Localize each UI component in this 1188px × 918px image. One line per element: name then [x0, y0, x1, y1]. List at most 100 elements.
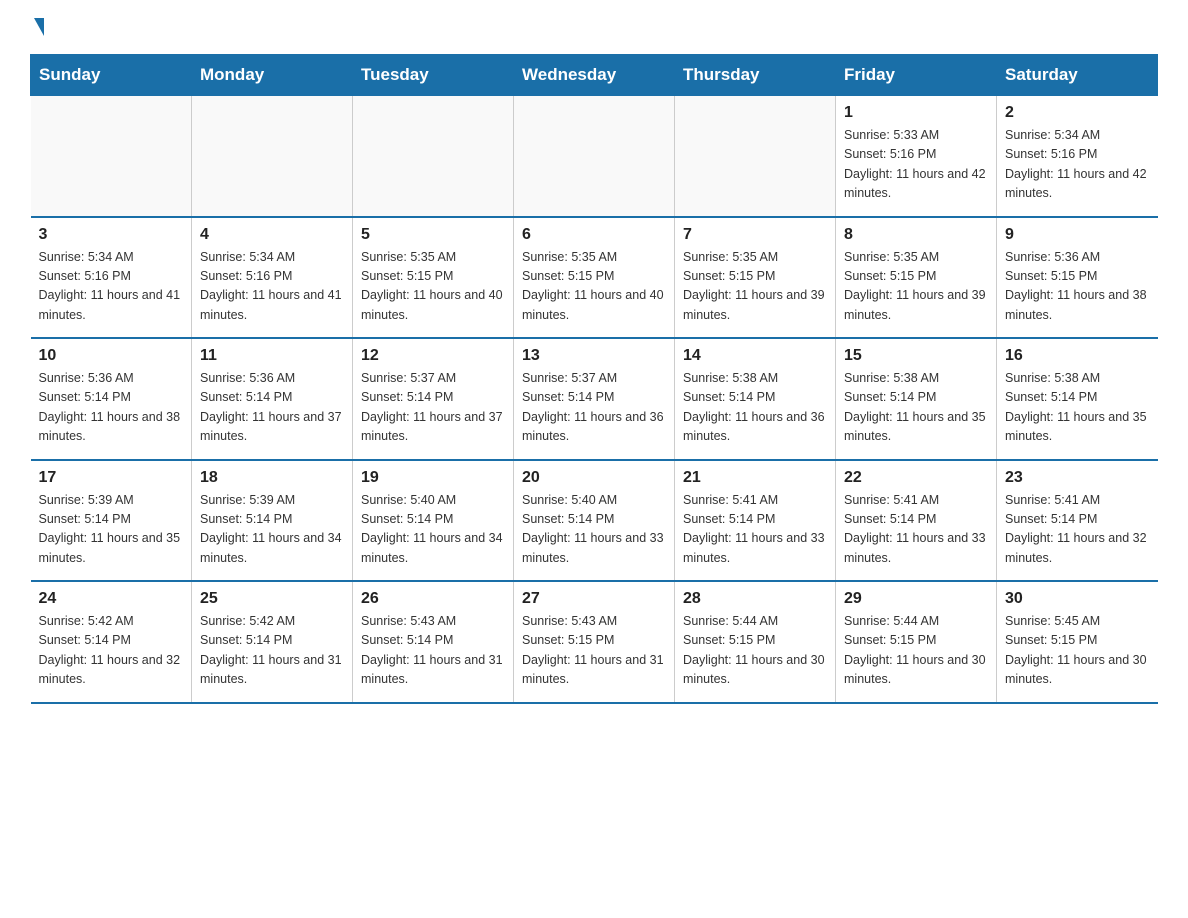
day-header-wednesday: Wednesday [514, 55, 675, 96]
day-info: Sunrise: 5:37 AMSunset: 5:14 PMDaylight:… [361, 369, 505, 447]
calendar-cell: 4 Sunrise: 5:34 AMSunset: 5:16 PMDaylight… [192, 217, 353, 339]
day-header-friday: Friday [836, 55, 997, 96]
calendar-cell: 24 Sunrise: 5:42 AMSunset: 5:14 PMDayligh… [31, 581, 192, 703]
calendar-cell: 16 Sunrise: 5:38 AMSunset: 5:14 PMDayligh… [997, 338, 1158, 460]
calendar-week-row: 10Sunrise: 5:36 AMSunset: 5:14 PMDayligh… [31, 338, 1158, 460]
calendar-cell: 5 Sunrise: 5:35 AMSunset: 5:15 PMDaylight… [353, 217, 514, 339]
day-info: Sunrise: 5:38 AMSunset: 5:14 PMDaylight:… [1005, 369, 1150, 447]
calendar-cell: 29 Sunrise: 5:44 AMSunset: 5:15 PMDayligh… [836, 581, 997, 703]
day-number: 24 [39, 590, 184, 608]
day-info: Sunrise: 5:44 AMSunset: 5:15 PMDaylight:… [844, 612, 988, 690]
day-info: Sunrise: 5:36 AMSunset: 5:14 PMDaylight:… [200, 369, 344, 447]
day-info: Sunrise: 5:40 AMSunset: 5:14 PMDaylight:… [522, 491, 666, 569]
calendar-cell: 26 Sunrise: 5:43 AMSunset: 5:14 PMDayligh… [353, 581, 514, 703]
day-number: 12 [361, 347, 505, 365]
calendar-cell: 27 Sunrise: 5:43 AMSunset: 5:15 PMDayligh… [514, 581, 675, 703]
day-number: 21 [683, 469, 827, 487]
day-info: Sunrise: 5:39 AMSunset: 5:14 PMDaylight:… [39, 491, 184, 569]
day-number: 26 [361, 590, 505, 608]
day-info: Sunrise: 5:37 AMSunset: 5:14 PMDaylight:… [522, 369, 666, 447]
day-info: Sunrise: 5:35 AMSunset: 5:15 PMDaylight:… [844, 248, 988, 326]
calendar-table: SundayMondayTuesdayWednesdayThursdayFrid… [30, 54, 1158, 704]
day-number: 13 [522, 347, 666, 365]
calendar-cell: 11Sunrise: 5:36 AMSunset: 5:14 PMDayligh… [192, 338, 353, 460]
day-info: Sunrise: 5:42 AMSunset: 5:14 PMDaylight:… [200, 612, 344, 690]
day-number: 22 [844, 469, 988, 487]
calendar-week-row: 1 Sunrise: 5:33 AMSunset: 5:16 PMDaylight… [31, 96, 1158, 217]
calendar-cell: 28 Sunrise: 5:44 AMSunset: 5:15 PMDayligh… [675, 581, 836, 703]
day-header-sunday: Sunday [31, 55, 192, 96]
day-info: Sunrise: 5:45 AMSunset: 5:15 PMDaylight:… [1005, 612, 1150, 690]
calendar-cell: 1 Sunrise: 5:33 AMSunset: 5:16 PMDaylight… [836, 96, 997, 217]
day-info: Sunrise: 5:41 AMSunset: 5:14 PMDaylight:… [844, 491, 988, 569]
day-info: Sunrise: 5:35 AMSunset: 5:15 PMDaylight:… [361, 248, 505, 326]
day-number: 5 [361, 226, 505, 244]
day-number: 19 [361, 469, 505, 487]
calendar-cell: 6 Sunrise: 5:35 AMSunset: 5:15 PMDaylight… [514, 217, 675, 339]
day-info: Sunrise: 5:35 AMSunset: 5:15 PMDaylight:… [522, 248, 666, 326]
day-info: Sunrise: 5:34 AMSunset: 5:16 PMDaylight:… [1005, 126, 1150, 204]
day-info: Sunrise: 5:43 AMSunset: 5:14 PMDaylight:… [361, 612, 505, 690]
calendar-cell: 13 Sunrise: 5:37 AMSunset: 5:14 PMDayligh… [514, 338, 675, 460]
calendar-cell: 20 Sunrise: 5:40 AMSunset: 5:14 PMDayligh… [514, 460, 675, 582]
day-header-thursday: Thursday [675, 55, 836, 96]
calendar-week-row: 24 Sunrise: 5:42 AMSunset: 5:14 PMDayligh… [31, 581, 1158, 703]
calendar-week-row: 17Sunrise: 5:39 AMSunset: 5:14 PMDayligh… [31, 460, 1158, 582]
day-number: 6 [522, 226, 666, 244]
day-info: Sunrise: 5:38 AMSunset: 5:14 PMDaylight:… [844, 369, 988, 447]
day-number: 2 [1005, 104, 1150, 122]
day-info: Sunrise: 5:36 AMSunset: 5:14 PMDaylight:… [39, 369, 184, 447]
calendar-cell [353, 96, 514, 217]
day-number: 20 [522, 469, 666, 487]
calendar-week-row: 3 Sunrise: 5:34 AMSunset: 5:16 PMDaylight… [31, 217, 1158, 339]
calendar-cell: 14 Sunrise: 5:38 AMSunset: 5:14 PMDayligh… [675, 338, 836, 460]
day-info: Sunrise: 5:41 AMSunset: 5:14 PMDaylight:… [1005, 491, 1150, 569]
day-info: Sunrise: 5:36 AMSunset: 5:15 PMDaylight:… [1005, 248, 1150, 326]
day-number: 25 [200, 590, 344, 608]
calendar-cell: 19 Sunrise: 5:40 AMSunset: 5:14 PMDayligh… [353, 460, 514, 582]
calendar-cell: 10Sunrise: 5:36 AMSunset: 5:14 PMDayligh… [31, 338, 192, 460]
calendar-cell: 18Sunrise: 5:39 AMSunset: 5:14 PMDayligh… [192, 460, 353, 582]
day-info: Sunrise: 5:38 AMSunset: 5:14 PMDaylight:… [683, 369, 827, 447]
day-info: Sunrise: 5:34 AMSunset: 5:16 PMDaylight:… [200, 248, 344, 326]
day-number: 9 [1005, 226, 1150, 244]
calendar-cell [514, 96, 675, 217]
day-number: 4 [200, 226, 344, 244]
day-header-saturday: Saturday [997, 55, 1158, 96]
calendar-cell: 8 Sunrise: 5:35 AMSunset: 5:15 PMDaylight… [836, 217, 997, 339]
calendar-cell [675, 96, 836, 217]
day-header-tuesday: Tuesday [353, 55, 514, 96]
day-info: Sunrise: 5:44 AMSunset: 5:15 PMDaylight:… [683, 612, 827, 690]
day-number: 23 [1005, 469, 1150, 487]
calendar-cell: 3Sunrise: 5:34 AMSunset: 5:16 PMDaylight… [31, 217, 192, 339]
day-info: Sunrise: 5:35 AMSunset: 5:15 PMDaylight:… [683, 248, 827, 326]
day-number: 29 [844, 590, 988, 608]
day-number: 28 [683, 590, 827, 608]
day-header-monday: Monday [192, 55, 353, 96]
day-info: Sunrise: 5:42 AMSunset: 5:14 PMDaylight:… [39, 612, 184, 690]
day-number: 8 [844, 226, 988, 244]
day-number: 7 [683, 226, 827, 244]
day-number: 18 [200, 469, 344, 487]
calendar-cell: 22 Sunrise: 5:41 AMSunset: 5:14 PMDayligh… [836, 460, 997, 582]
day-info: Sunrise: 5:33 AMSunset: 5:16 PMDaylight:… [844, 126, 988, 204]
calendar-cell: 25 Sunrise: 5:42 AMSunset: 5:14 PMDayligh… [192, 581, 353, 703]
day-number: 16 [1005, 347, 1150, 365]
day-number: 1 [844, 104, 988, 122]
calendar-cell: 30 Sunrise: 5:45 AMSunset: 5:15 PMDayligh… [997, 581, 1158, 703]
day-info: Sunrise: 5:41 AMSunset: 5:14 PMDaylight:… [683, 491, 827, 569]
day-number: 30 [1005, 590, 1150, 608]
day-number: 14 [683, 347, 827, 365]
day-number: 27 [522, 590, 666, 608]
calendar-cell: 12 Sunrise: 5:37 AMSunset: 5:14 PMDayligh… [353, 338, 514, 460]
logo-triangle-icon [34, 18, 44, 36]
day-info: Sunrise: 5:43 AMSunset: 5:15 PMDaylight:… [522, 612, 666, 690]
day-info: Sunrise: 5:40 AMSunset: 5:14 PMDaylight:… [361, 491, 505, 569]
calendar-cell: 21 Sunrise: 5:41 AMSunset: 5:14 PMDayligh… [675, 460, 836, 582]
logo [30, 20, 44, 36]
day-number: 3 [39, 226, 184, 244]
calendar-cell: 7 Sunrise: 5:35 AMSunset: 5:15 PMDaylight… [675, 217, 836, 339]
calendar-cell [31, 96, 192, 217]
calendar-cell: 17Sunrise: 5:39 AMSunset: 5:14 PMDayligh… [31, 460, 192, 582]
calendar-cell: 9 Sunrise: 5:36 AMSunset: 5:15 PMDaylight… [997, 217, 1158, 339]
